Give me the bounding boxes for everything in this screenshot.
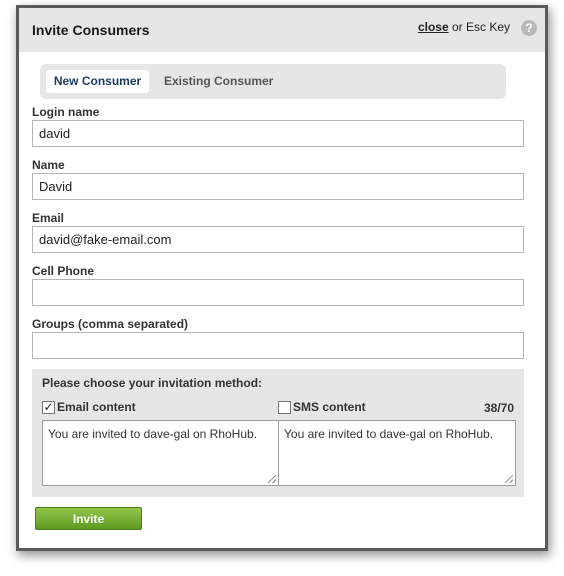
groups-input[interactable] bbox=[32, 332, 524, 359]
email-content-text: You are invited to dave-gal on RhoHub. bbox=[48, 427, 258, 441]
name-input[interactable]: David bbox=[32, 173, 524, 200]
groups-label: Groups (comma separated) bbox=[32, 317, 189, 331]
dialog-header: Invite Consumers close or Esc Key ? bbox=[19, 8, 545, 52]
help-icon[interactable]: ? bbox=[521, 20, 537, 36]
email-content-label: Email content bbox=[57, 400, 136, 414]
dialog-title: Invite Consumers bbox=[32, 22, 150, 38]
sms-char-counter: 38/70 bbox=[483, 401, 514, 415]
invitation-method-panel: Please choose your invitation method: ✓ … bbox=[32, 369, 524, 497]
email-content-textarea[interactable]: You are invited to dave-gal on RhoHub. bbox=[42, 420, 279, 486]
close-hint-text: or Esc Key bbox=[448, 20, 510, 34]
tab-new-consumer[interactable]: New Consumer bbox=[46, 70, 149, 93]
invitation-method-title: Please choose your invitation method: bbox=[42, 376, 263, 390]
sms-content-textarea[interactable]: You are invited to dave-gal on RhoHub. bbox=[278, 420, 516, 486]
email-label: Email bbox=[32, 211, 65, 225]
tab-existing-consumer[interactable]: Existing Consumer bbox=[164, 70, 273, 93]
email-input[interactable]: david@fake-email.com bbox=[32, 226, 524, 253]
login-name-input[interactable]: david bbox=[32, 120, 524, 147]
resize-grip-icon[interactable] bbox=[505, 475, 513, 483]
invite-consumers-dialog: Invite Consumers close or Esc Key ? New … bbox=[16, 5, 548, 551]
cell-phone-input[interactable] bbox=[32, 279, 524, 306]
login-name-label: Login name bbox=[32, 105, 100, 119]
cell-phone-label: Cell Phone bbox=[32, 264, 95, 278]
consumer-tabs: New Consumer Existing Consumer bbox=[40, 64, 506, 99]
close-hint: close or Esc Key bbox=[418, 20, 510, 34]
sms-content-checkbox[interactable] bbox=[278, 401, 291, 414]
invite-button[interactable]: Invite bbox=[35, 507, 142, 530]
close-link[interactable]: close bbox=[418, 20, 449, 34]
sms-content-label: SMS content bbox=[293, 400, 366, 414]
sms-content-text: You are invited to dave-gal on RhoHub. bbox=[284, 427, 494, 441]
resize-grip-icon[interactable] bbox=[268, 475, 276, 483]
email-content-checkbox[interactable]: ✓ bbox=[42, 401, 55, 414]
name-label: Name bbox=[32, 158, 65, 172]
